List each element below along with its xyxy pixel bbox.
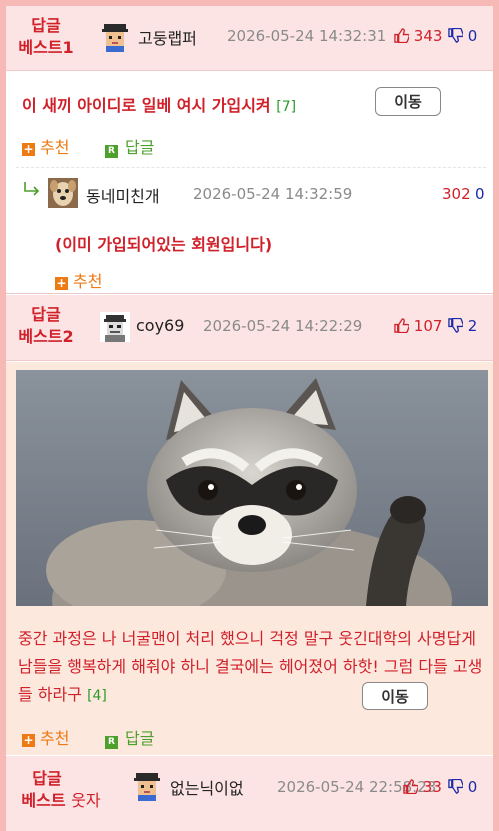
thumb-up-icon	[403, 779, 418, 794]
downvote-button[interactable]: 0	[448, 27, 477, 45]
comment-upvote-count[interactable]: 302	[442, 185, 471, 203]
best-rank: 베스트1	[18, 38, 74, 57]
best-label-2: 답글 베스트2	[6, 304, 86, 348]
thumb-down-icon	[448, 318, 463, 333]
downvote-count: 0	[467, 27, 478, 45]
downvote-button[interactable]: 0	[448, 778, 477, 796]
upvote-count: 107	[413, 317, 443, 335]
avatar[interactable]	[132, 771, 162, 801]
comment-nickname[interactable]: 동네미친개	[86, 183, 160, 207]
author-nickname[interactable]: 고둥랩퍼	[138, 25, 197, 49]
best-label-1: 답글 베스트1	[6, 15, 86, 59]
avatar[interactable]	[100, 22, 130, 52]
reply-tag: 답글	[32, 769, 62, 788]
best-rank: 베스트	[21, 791, 66, 810]
thumb-down-icon	[448, 779, 463, 794]
best-reply-header-1: 답글 베스트1 고둥랩퍼 2026-05-24 14:32:31 343 0	[6, 6, 493, 71]
upvote-count: 33	[422, 778, 442, 796]
reply-r-icon: R	[105, 145, 118, 158]
reply-button[interactable]: R 답글	[105, 725, 154, 749]
reply-r-icon: R	[105, 736, 118, 749]
downvote-count: 0	[467, 778, 478, 796]
move-button[interactable]: 이동	[375, 87, 441, 116]
thumb-up-icon	[394, 318, 409, 333]
raccoon-photo[interactable]	[16, 370, 488, 606]
upvote-button[interactable]: 107	[394, 317, 442, 335]
thumb-down-icon	[448, 28, 463, 43]
recommend-button[interactable]: + 추천	[22, 725, 69, 749]
reply-count[interactable]: [4]	[87, 688, 107, 704]
reply-tag: 답글	[31, 16, 61, 35]
plus-icon: +	[22, 733, 35, 747]
reply-list: 답글 베스트1 고둥랩퍼 2026-05-24 14:32:31 343 0 이…	[6, 6, 493, 831]
comment-date: 2026-05-24 14:32:59	[193, 185, 353, 203]
avatar[interactable]	[48, 178, 78, 208]
reply-text: 이 새끼 아이디로 일베 여시 가입시켜 [7]	[22, 96, 297, 115]
post-date: 2026-05-24 14:22:29	[203, 317, 363, 335]
reply-tag: 답글	[31, 305, 61, 324]
comment-downvote-count[interactable]: 0	[475, 185, 485, 203]
downvote-button[interactable]: 2	[448, 317, 477, 335]
upvote-count: 343	[413, 27, 443, 45]
comment-recommend-button[interactable]: + 추천	[55, 268, 102, 292]
best-reply-header-3: 답글 베스트 웃자 없는닉이없 2026-05-24 22:58:23 33 0	[6, 756, 493, 831]
post-date: 2026-05-24 14:32:31	[227, 27, 387, 45]
author-nickname[interactable]: 없는닉이없	[170, 775, 244, 799]
upvote-button[interactable]: 343	[394, 27, 442, 45]
plus-icon: +	[22, 142, 35, 156]
author-nickname[interactable]: coy69	[136, 316, 184, 335]
best-reply-header-2: 답글 베스트2 coy69 2026-05-24 14:22:29 107 2	[6, 295, 493, 361]
upvote-button[interactable]: 33	[403, 778, 442, 796]
reply-button[interactable]: R 답글	[105, 134, 154, 158]
comment-text: (이미 가입되어있는 회원입니다)	[55, 235, 273, 254]
recommend-button[interactable]: + 추천	[22, 134, 69, 158]
best-category: 웃자	[71, 791, 101, 810]
downvote-count: 2	[467, 317, 478, 335]
nested-comment: 동네미친개 2026-05-24 14:32:59 302 0 (이미 가입되어…	[6, 168, 493, 294]
reply-body-1: 이 새끼 아이디로 일베 여시 가입시켜 [7] 이동 + 추천 R 답글	[6, 72, 493, 168]
avatar[interactable]	[100, 312, 130, 342]
best-label-3: 답글 베스트 웃자	[6, 768, 116, 812]
reply-body-2: 중간 과정은 나 너굴맨이 처리 했으니 걱정 말구 웃긴대학의 사명답게 남들…	[6, 362, 493, 755]
reply-count[interactable]: [7]	[276, 99, 296, 115]
reply-arrow-icon	[22, 180, 42, 202]
best-rank: 베스트2	[18, 327, 74, 346]
move-button[interactable]: 이동	[362, 682, 428, 710]
thumb-up-icon	[394, 28, 409, 43]
plus-icon: +	[55, 276, 68, 290]
